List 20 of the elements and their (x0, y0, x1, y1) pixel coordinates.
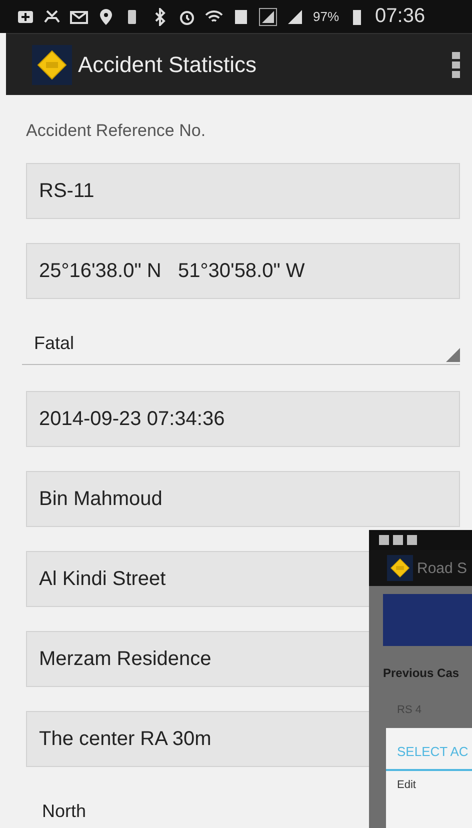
field-label: Accident Reference No. (26, 121, 207, 141)
battery-percentage: 97% (313, 9, 340, 24)
input-field[interactable]: Bin Mahmoud (26, 471, 460, 527)
signal-icon (259, 8, 277, 26)
missed-call-icon (43, 8, 61, 26)
input-field[interactable]: 25°16'38.0" N 51°30'58.0" W (26, 243, 460, 299)
dropdown-corner-icon (446, 348, 460, 362)
dialog-item[interactable]: Edit (386, 771, 472, 791)
dropdown[interactable]: Fatal (22, 323, 460, 365)
input-field[interactable]: 2014-09-23 07:34:36 (26, 391, 460, 447)
section-heading: Previous Cas (383, 666, 460, 680)
location-pin-icon (97, 8, 115, 26)
road-sign-logo (32, 44, 72, 84)
signal-icon (286, 8, 304, 26)
clock-time: 07:36 (375, 5, 426, 28)
overflow-menu-icon[interactable] (452, 52, 460, 78)
input-field[interactable]: RS-11 (26, 163, 460, 219)
app-title: Accident Statistics (78, 52, 258, 78)
road-sign-logo (387, 555, 413, 581)
direction-text: North (41, 801, 88, 822)
